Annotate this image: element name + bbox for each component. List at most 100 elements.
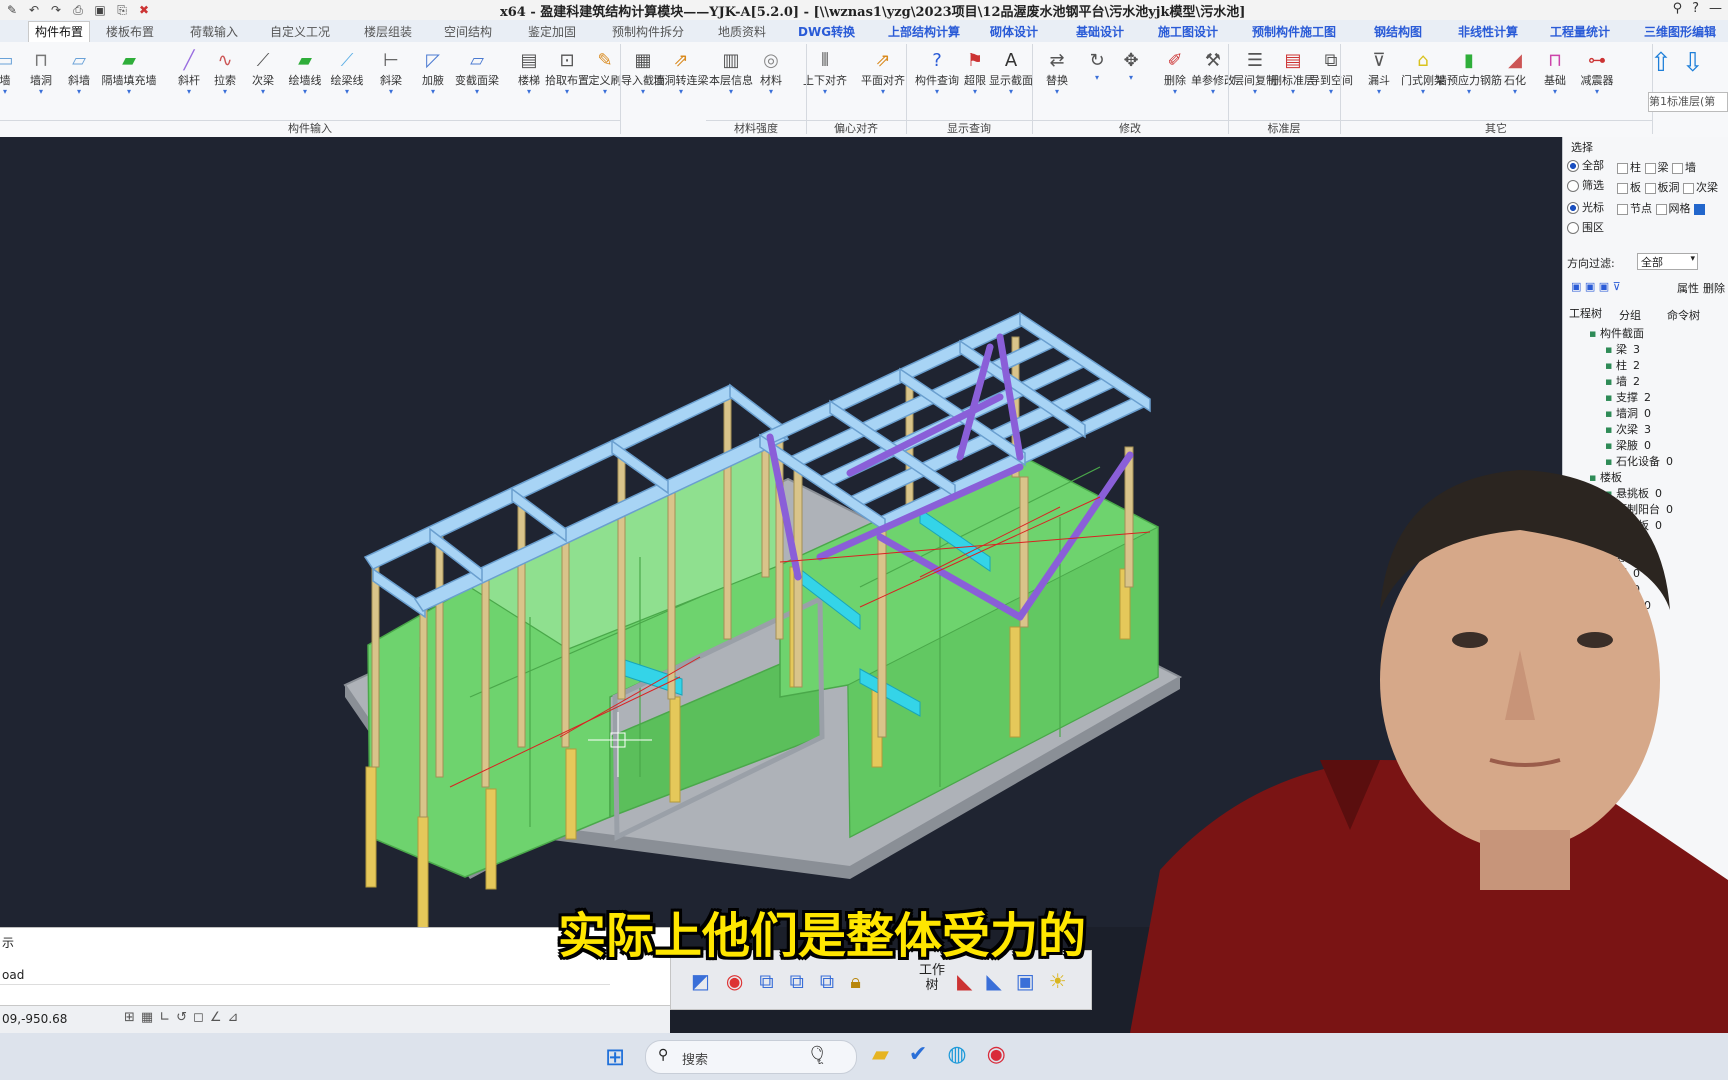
wall-opening-button[interactable]: ⊓ 墙洞 ▾	[22, 46, 60, 96]
replace-button[interactable]: ⇄ 替换 ▾	[1038, 46, 1076, 96]
todo-icon[interactable]: ✔	[909, 1042, 927, 1067]
ortho-icon[interactable]: ∟	[159, 1010, 170, 1025]
tab-12[interactable]: 基础设计	[1076, 23, 1124, 40]
material-button[interactable]: ◎ 材料 ▾	[752, 46, 790, 96]
tab-0[interactable]: 构件布置	[28, 21, 91, 43]
check-row-2[interactable]: 板 板洞 次梁	[1617, 179, 1718, 195]
direction-filter-select[interactable]: 全部 ▾	[1637, 253, 1698, 270]
dropdown-arrow-icon[interactable]: ▾	[935, 88, 939, 96]
tab-command-tree[interactable]: 命令树	[1667, 307, 1700, 323]
tree-item[interactable]: ▪ 墙2	[1605, 373, 1640, 389]
dropdown-arrow-icon[interactable]: ▾	[679, 88, 683, 96]
tab-group[interactable]: 分组	[1619, 307, 1641, 323]
panel-toolbar-icons[interactable]: ▣ ▣ ▣ ⊽	[1571, 280, 1621, 293]
minimize-icon[interactable]: —	[1709, 1, 1722, 16]
export-space-button[interactable]: ⧉ 导到空间 ▾	[1309, 46, 1353, 96]
floor-info-button[interactable]: ▥ 本层信息 ▾	[709, 46, 753, 96]
taskbar-search[interactable]: ⚲ 搜索 🎈︎	[645, 1040, 857, 1074]
tree-item[interactable]: ▪ 梁3	[1605, 341, 1640, 357]
dropdown-arrow-icon[interactable]: ▾	[77, 88, 81, 96]
copy-view-icon[interactable]: ⧉	[759, 969, 773, 993]
tab-10[interactable]: 上部结构计算	[888, 23, 960, 40]
export-icon[interactable]: ⎘	[114, 2, 130, 18]
move-button[interactable]: ✥ ▾	[1112, 46, 1150, 82]
slant-beam-button[interactable]: ⊢ 斜梁 ▾	[372, 46, 410, 96]
start-icon[interactable]: ⊞	[605, 1043, 625, 1071]
draw-wall-button[interactable]: ▰ 绘墙线 ▾	[286, 46, 324, 96]
radio-all[interactable]: 全部	[1567, 157, 1604, 173]
tab-16[interactable]: 非线性计算	[1458, 23, 1518, 40]
dropdown-arrow-icon[interactable]: ▾	[1595, 88, 1599, 96]
dropdown-arrow-icon[interactable]: ▾	[1291, 88, 1295, 96]
query-button[interactable]: ? 构件查询 ▾	[915, 46, 959, 96]
radio-region[interactable]: 围区	[1567, 219, 1604, 235]
dropdown-arrow-icon[interactable]: ▾	[223, 88, 227, 96]
search-help-icon[interactable]: ⚲	[1673, 1, 1683, 16]
dropdown-arrow-icon[interactable]: ▾	[389, 88, 393, 96]
dynamic-input-icon[interactable]: ⊿	[227, 1010, 238, 1025]
dropdown-arrow-icon[interactable]: ▾	[345, 88, 349, 96]
tab-project-tree[interactable]: 工程树	[1569, 305, 1602, 321]
dropdown-arrow-icon[interactable]: ▾	[261, 88, 265, 96]
dropdown-arrow-icon[interactable]: ▾	[1467, 88, 1471, 96]
tab-8[interactable]: 地质资料	[718, 23, 766, 40]
variable-beam-button[interactable]: ▱ 变截面梁 ▾	[455, 46, 499, 96]
close-file-icon[interactable]: ✖	[136, 2, 152, 18]
delete-button[interactable]: ✐ 删除 ▾	[1156, 46, 1194, 96]
save-icon[interactable]: ▣	[92, 2, 108, 18]
dropdown-arrow-icon[interactable]: ▾	[527, 88, 531, 96]
dropdown-arrow-icon[interactable]: ▾	[1211, 88, 1215, 96]
undo-icon[interactable]: ↶	[26, 2, 42, 18]
tab-3[interactable]: 自定义工况	[270, 23, 330, 40]
import-section-button[interactable]: ▦ 导入截面 ▾	[621, 46, 665, 96]
tree-item[interactable]: ▪ 墙洞 0	[1605, 405, 1651, 421]
dropdown-arrow-icon[interactable]: ▾	[431, 88, 435, 96]
dropdown-arrow-icon[interactable]: ▾	[1377, 88, 1381, 96]
dropdown-arrow-icon[interactable]: ▾	[3, 88, 7, 96]
dropdown-arrow-icon[interactable]: ▾	[187, 88, 191, 96]
file-explorer-icon[interactable]: ▰	[872, 1042, 889, 1067]
dropdown-arrow-icon[interactable]: ▾	[1129, 74, 1133, 82]
dropdown-arrow-icon[interactable]: ▾	[127, 88, 131, 96]
haunch-button[interactable]: ◸ 加腋 ▾	[414, 46, 452, 96]
dropdown-arrow-icon[interactable]: ▾	[1009, 88, 1013, 96]
polar-icon[interactable]: ↺	[176, 1010, 187, 1025]
prestress-button[interactable]: ▮ 墙预应力钢筋 ▾	[1436, 46, 1502, 96]
radio-region-icon[interactable]	[1567, 222, 1579, 234]
floor-down-icon[interactable]: ⇩	[1682, 48, 1704, 78]
dropdown-arrow-icon[interactable]: ▾	[565, 88, 569, 96]
stack-icon[interactable]: ⧉	[820, 969, 834, 993]
floor-copy-button[interactable]: ☰ 层间复制 ▾	[1233, 46, 1277, 96]
radio-cursor[interactable]: 光标	[1567, 199, 1604, 215]
damper-button[interactable]: ⊶ 减震器 ▾	[1578, 46, 1616, 96]
dropdown-arrow-icon[interactable]: ▾	[823, 88, 827, 96]
partition-wall-button[interactable]: ▰ 隔墙填充墙 ▾	[102, 46, 157, 96]
portal-frame-button[interactable]: ⌂ 门式刚架 ▾	[1401, 46, 1445, 96]
record-app-icon[interactable]: ◉	[987, 1042, 1006, 1067]
draw-beam-button[interactable]: ⟋ 绘梁线 ▾	[328, 46, 366, 96]
tree-item[interactable]: ▪ 构件截面	[1589, 325, 1650, 341]
show-section-button[interactable]: A 显示截面 ▾	[989, 46, 1033, 96]
radio-filter[interactable]: 筛选	[1567, 177, 1604, 193]
snap-icon[interactable]: ⊞	[124, 1010, 135, 1025]
dropdown-arrow-icon[interactable]: ▾	[1513, 88, 1517, 96]
dropdown-arrow-icon[interactable]: ▾	[973, 88, 977, 96]
view-3d-icon[interactable]: ◩	[691, 969, 710, 993]
align-plane-button[interactable]: ⇗ 平面对齐 ▾	[861, 46, 905, 96]
foundation-button[interactable]: ⊓ 基础 ▾	[1536, 46, 1574, 96]
secondary-beam-button[interactable]: ⟋ 次梁 ▾	[244, 46, 282, 96]
radio-all-icon[interactable]	[1567, 160, 1579, 172]
angle-icon[interactable]: ∠	[210, 1010, 222, 1025]
osnap-icon[interactable]: ◻	[193, 1010, 204, 1025]
help-icon[interactable]: ?	[1692, 1, 1699, 16]
tab-13[interactable]: 施工图设计	[1158, 23, 1218, 40]
overlimit-button[interactable]: ⚑ 超限 ▾	[956, 46, 994, 96]
tab-18[interactable]: 三维图形编辑	[1644, 23, 1716, 40]
dropdown-arrow-icon[interactable]: ▾	[1173, 88, 1177, 96]
radio-filter-icon[interactable]	[1567, 180, 1579, 192]
lock-icon[interactable]: 🔒︎	[850, 969, 861, 993]
dropdown-arrow-icon[interactable]: ▾	[1055, 88, 1059, 96]
dropdown-arrow-icon[interactable]: ▾	[303, 88, 307, 96]
rotate-button[interactable]: ↻ ▾	[1078, 46, 1116, 82]
tab-1[interactable]: 楼板布置	[106, 23, 154, 40]
